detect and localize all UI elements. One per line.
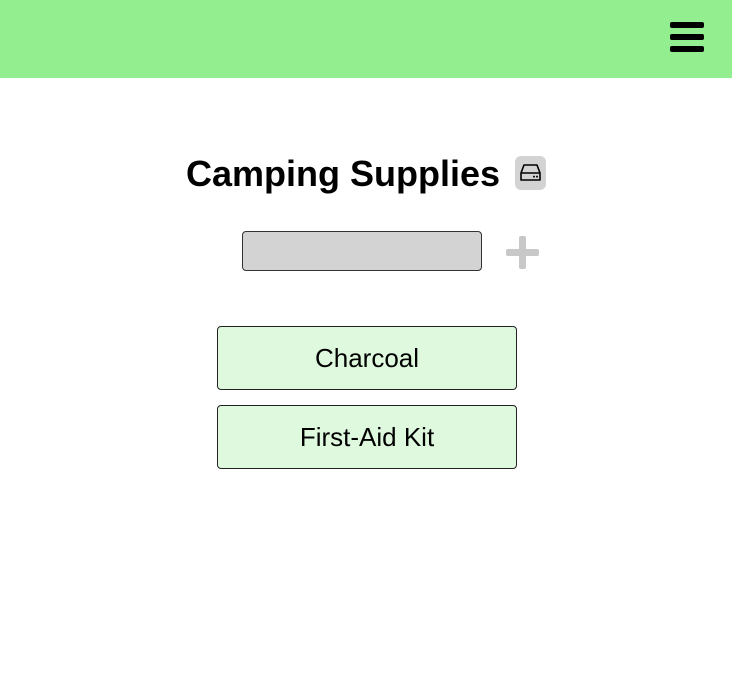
hamburger-menu-icon[interactable]	[670, 22, 704, 52]
menu-bar-line	[670, 34, 704, 40]
menu-bar-line	[670, 22, 704, 28]
list-item[interactable]: First-Aid Kit	[217, 405, 517, 469]
save-list-button[interactable]	[515, 156, 546, 190]
menu-bar-line	[670, 46, 704, 52]
item-list: Charcoal First-Aid Kit	[217, 326, 517, 484]
new-item-input[interactable]	[242, 231, 482, 271]
list-header: Camping Supplies	[0, 152, 732, 196]
page-title: Camping Supplies	[186, 153, 501, 194]
top-bar	[0, 0, 732, 78]
plus-icon-stroke	[519, 236, 526, 269]
add-item-button[interactable]	[506, 236, 539, 269]
hard-drive-icon	[520, 164, 541, 181]
list-item[interactable]: Charcoal	[217, 326, 517, 390]
